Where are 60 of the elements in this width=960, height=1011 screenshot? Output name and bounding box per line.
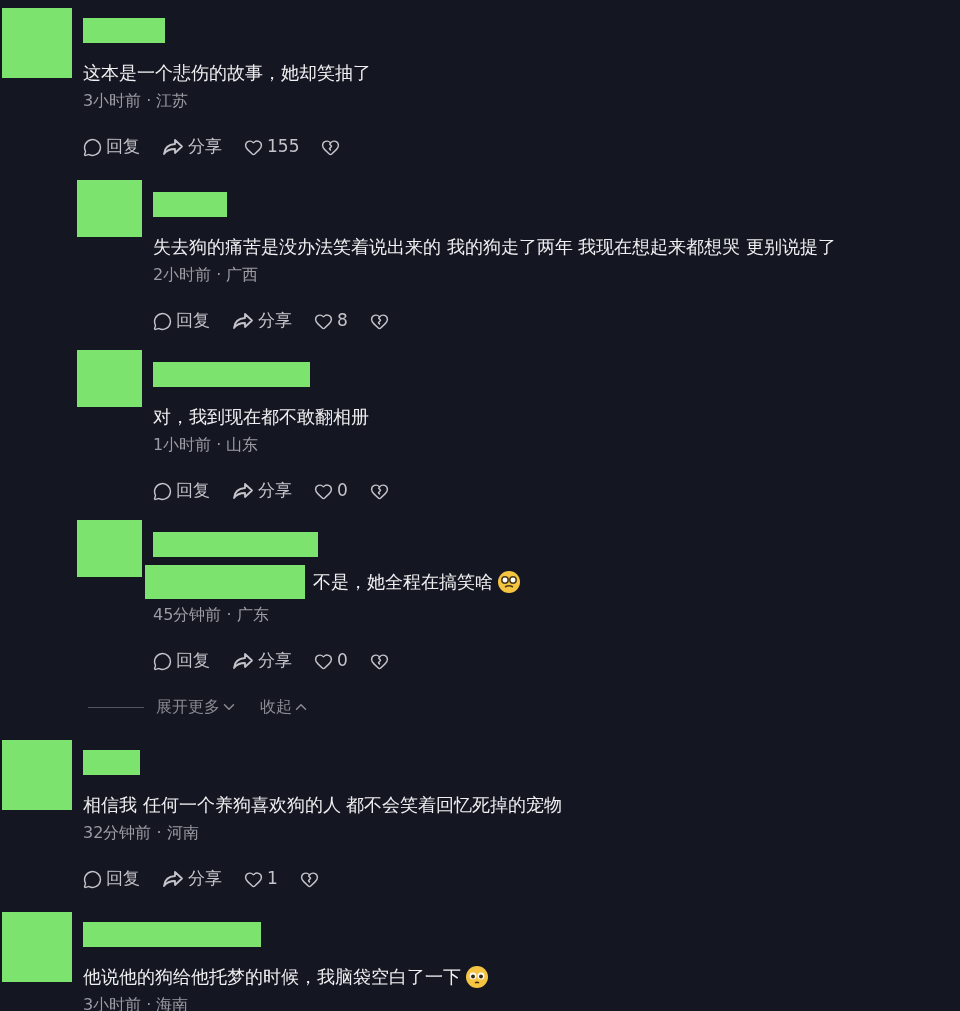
avatar-redaction <box>2 912 72 982</box>
avatar-redaction <box>77 350 142 407</box>
like-button[interactable]: 8 <box>314 308 348 334</box>
broken-heart-icon <box>369 481 389 501</box>
broken-heart-icon <box>299 869 319 889</box>
comment-bubble-icon <box>153 311 172 331</box>
heart-icon <box>244 869 263 889</box>
share-button[interactable]: 分享 <box>232 478 292 504</box>
avatar-redaction <box>77 520 142 577</box>
comment-text: 失去狗的痛苦是没办法笑着说出来的 我的狗走了两年 我现在想起来都想哭 更别说提了 <box>153 235 837 259</box>
broken-heart-icon <box>321 137 341 157</box>
heart-icon <box>314 651 333 671</box>
comment-meta: 1小时前 · 山东 <box>153 434 259 456</box>
reply-button[interactable]: 回复 <box>83 134 140 160</box>
broken-heart-icon <box>369 651 389 671</box>
reply-button[interactable]: 回复 <box>153 308 210 334</box>
comment-bubble-icon <box>83 869 102 889</box>
heart-icon <box>244 137 263 157</box>
heart-icon <box>314 481 333 501</box>
comment-bubble-icon <box>153 651 172 671</box>
share-icon <box>232 482 254 500</box>
share-icon <box>162 870 184 888</box>
comment-text: 这本是一个悲伤的故事，她却笑抽了 <box>83 61 371 85</box>
avatar-redaction <box>2 8 72 78</box>
comment-text: 相信我 任何一个养狗喜欢狗的人 都不会笑着回忆死掉的宠物 <box>83 793 563 817</box>
share-button[interactable]: 分享 <box>162 866 222 892</box>
collapse-button[interactable]: 收起 <box>260 695 310 719</box>
comment-text: 不是，她全程在搞笑啥 <box>313 570 493 594</box>
share-button[interactable]: 分享 <box>162 134 222 160</box>
comment-meta: 3小时前 · 江苏 <box>83 90 189 112</box>
like-button[interactable]: 155 <box>244 134 300 160</box>
heart-icon <box>314 311 333 331</box>
username-redaction <box>83 750 140 775</box>
like-button[interactable]: 1 <box>244 866 278 892</box>
dislike-button[interactable] <box>369 651 389 671</box>
share-icon <box>162 138 184 156</box>
expand-more-button[interactable]: 展开更多 <box>156 695 238 719</box>
dislike-button[interactable] <box>321 137 341 157</box>
comment-bubble-icon <box>153 481 172 501</box>
dislike-button[interactable] <box>369 311 389 331</box>
comment-bubble-icon <box>83 137 102 157</box>
share-button[interactable]: 分享 <box>232 648 292 674</box>
broken-heart-icon <box>369 311 389 331</box>
comment-meta: 32分钟前 · 河南 <box>83 822 199 844</box>
comment-meta: 45分钟前 · 广东 <box>153 604 269 626</box>
comment-text: 他说他的狗给他托梦的时候，我脑袋空白了一下 <box>83 965 461 989</box>
dislike-button[interactable] <box>369 481 389 501</box>
dislike-button[interactable] <box>299 869 319 889</box>
comment-text: 对，我到现在都不敢翻相册 <box>153 405 369 429</box>
avatar-redaction <box>2 740 72 810</box>
share-icon <box>232 652 254 670</box>
reply-button[interactable]: 回复 <box>83 866 140 892</box>
like-button[interactable]: 0 <box>314 478 348 504</box>
comment-meta: 2小时前 · 广西 <box>153 264 259 286</box>
like-button[interactable]: 0 <box>314 648 348 674</box>
reply-button[interactable]: 回复 <box>153 648 210 674</box>
share-icon <box>232 312 254 330</box>
share-button[interactable]: 分享 <box>232 308 292 334</box>
avatar-redaction <box>77 180 142 237</box>
reply-button[interactable]: 回复 <box>153 478 210 504</box>
